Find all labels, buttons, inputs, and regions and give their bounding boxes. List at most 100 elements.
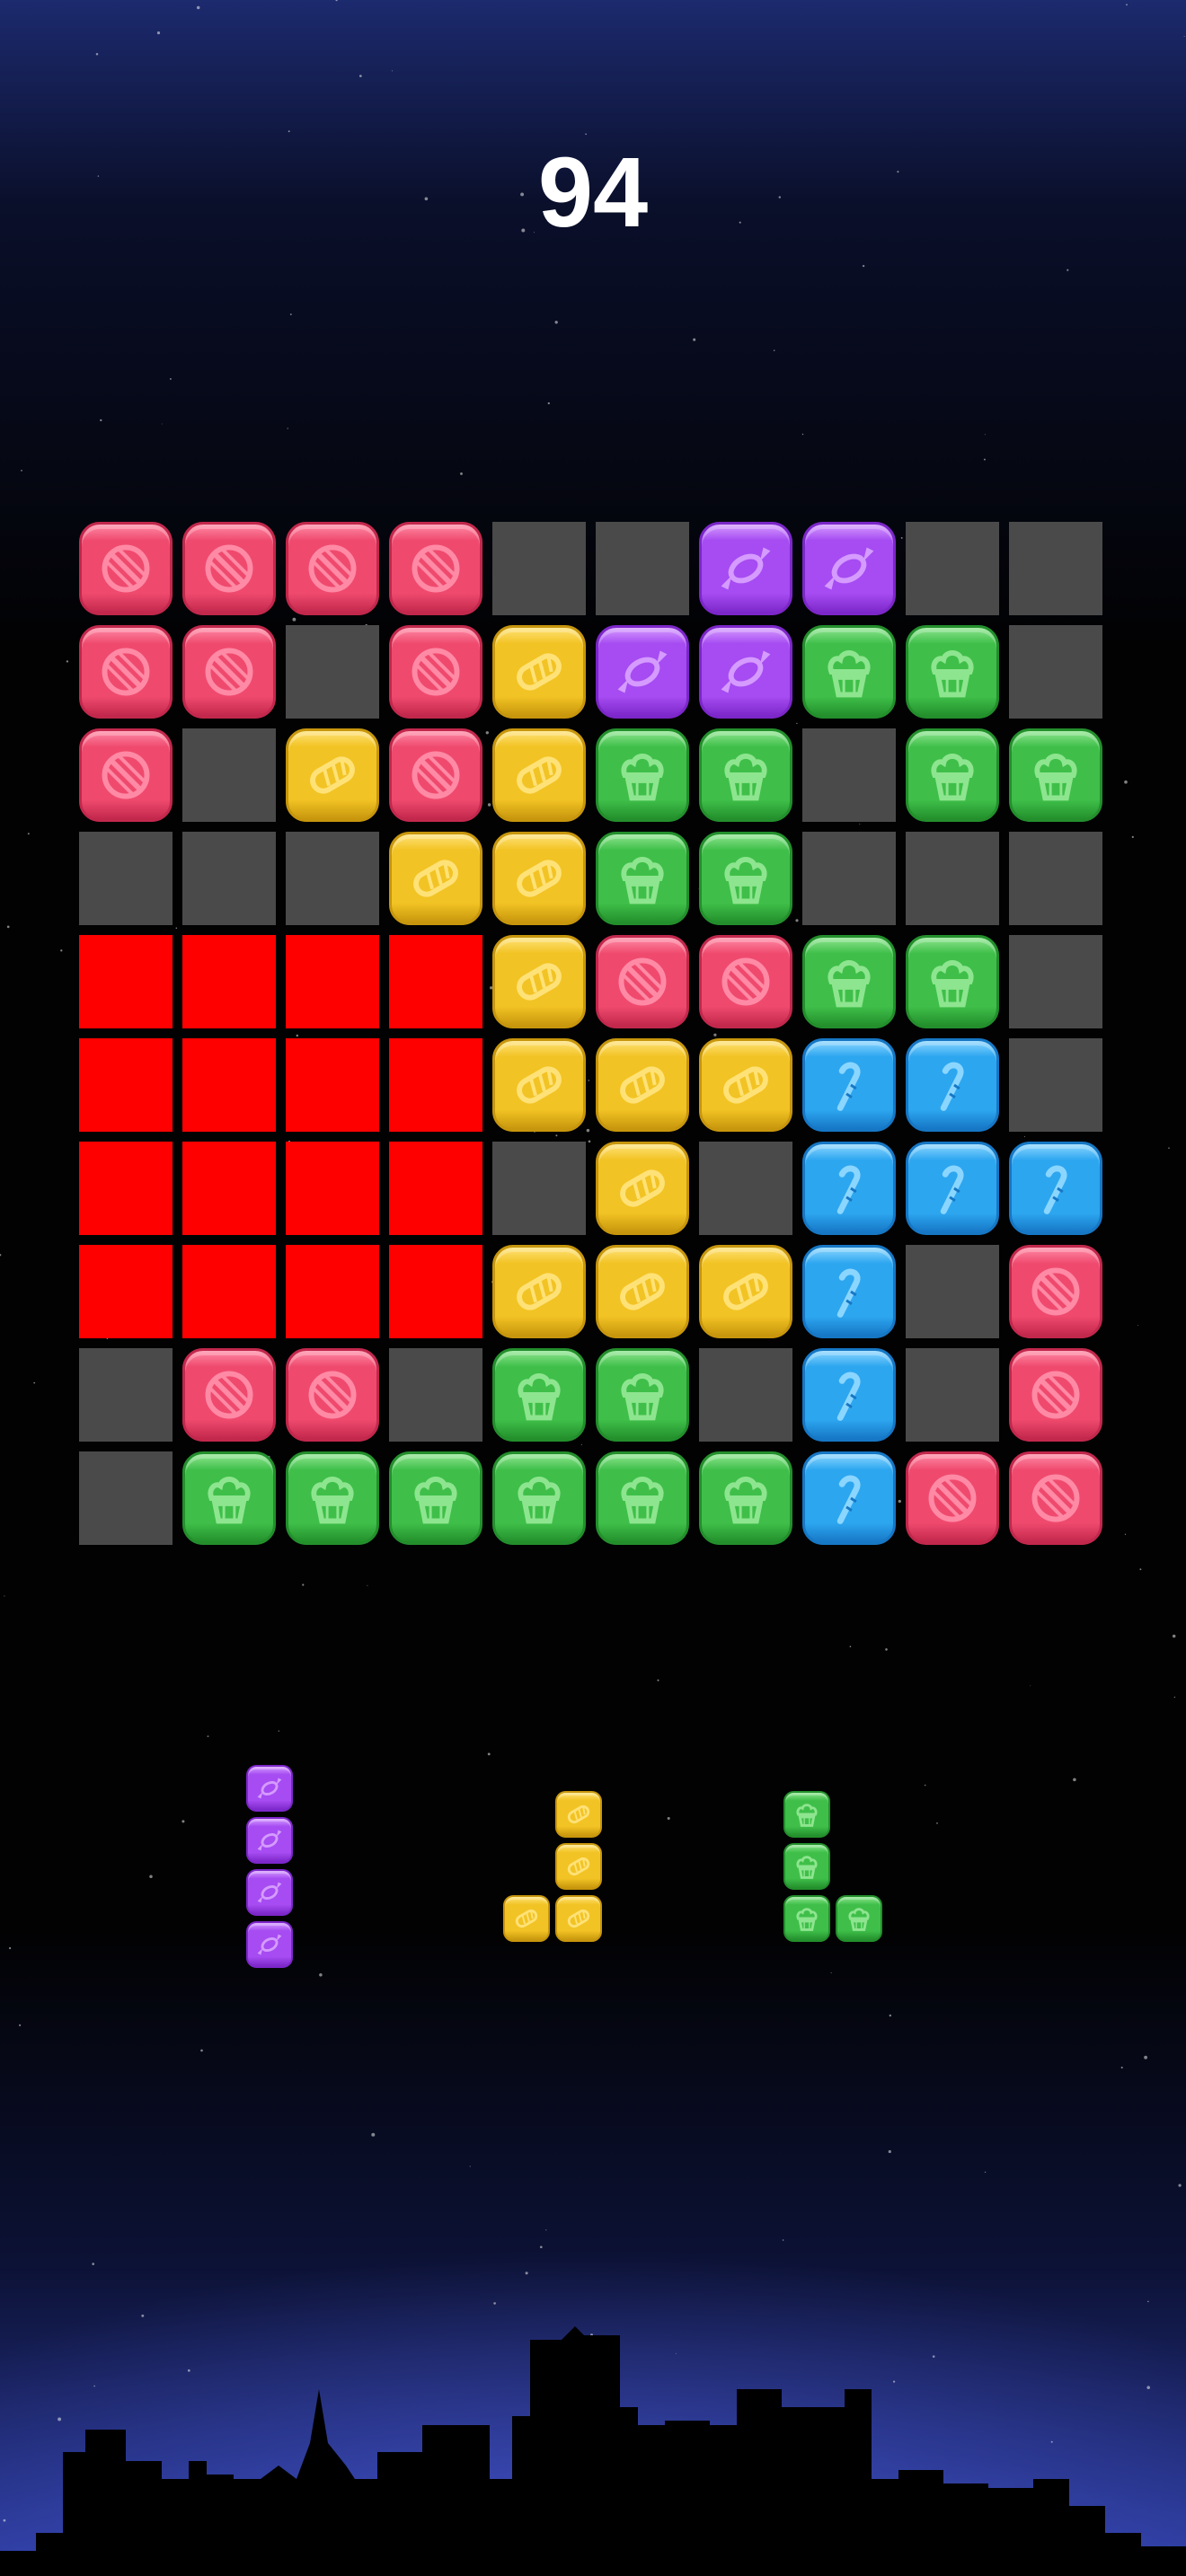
board-cell-empty[interactable] (596, 522, 689, 615)
board-cell-green[interactable] (906, 728, 999, 822)
board-cell-green[interactable] (906, 935, 999, 1028)
board-cell-empty[interactable] (1009, 1038, 1102, 1132)
board-cell-placement-highlight[interactable] (286, 1038, 379, 1132)
board-cell-placement-highlight[interactable] (389, 1038, 482, 1132)
board-cell-empty[interactable] (492, 522, 586, 615)
board-cell-purple[interactable] (699, 625, 792, 719)
board-cell-placement-highlight[interactable] (389, 1245, 482, 1338)
board-cell-pink[interactable] (79, 625, 173, 719)
board-cell-empty[interactable] (699, 1348, 792, 1442)
board-cell-purple[interactable] (802, 522, 896, 615)
board-cell-yellow[interactable] (492, 1038, 586, 1132)
board-cell-placement-highlight[interactable] (79, 935, 173, 1028)
board-cell-pink[interactable] (389, 522, 482, 615)
board-cell-purple[interactable] (596, 625, 689, 719)
board-cell-placement-highlight[interactable] (79, 1245, 173, 1338)
board-cell-placement-highlight[interactable] (286, 935, 379, 1028)
board-cell-yellow[interactable] (492, 1245, 586, 1338)
board-cell-green[interactable] (906, 625, 999, 719)
board-cell-blue[interactable] (906, 1142, 999, 1235)
board-cell-green[interactable] (596, 728, 689, 822)
board-cell-yellow[interactable] (596, 1142, 689, 1235)
board-cell-pink[interactable] (596, 935, 689, 1028)
board-cell-blue[interactable] (906, 1038, 999, 1132)
board-cell-placement-highlight[interactable] (286, 1142, 379, 1235)
board-cell-green[interactable] (286, 1451, 379, 1545)
board-cell-blue[interactable] (802, 1451, 896, 1545)
board-cell-empty[interactable] (389, 1348, 482, 1442)
board-cell-placement-highlight[interactable] (286, 1245, 379, 1338)
board-cell-pink[interactable] (182, 625, 276, 719)
board-cell-yellow[interactable] (596, 1245, 689, 1338)
board-cell-blue[interactable] (802, 1142, 896, 1235)
board-cell-green[interactable] (492, 1348, 586, 1442)
board-cell-purple[interactable] (699, 522, 792, 615)
board-cell-pink[interactable] (1009, 1245, 1102, 1338)
board-cell-pink[interactable] (1009, 1451, 1102, 1545)
board-cell-yellow[interactable] (492, 625, 586, 719)
board-cell-blue[interactable] (802, 1348, 896, 1442)
board-cell-empty[interactable] (1009, 935, 1102, 1028)
board-cell-pink[interactable] (1009, 1348, 1102, 1442)
board-cell-empty[interactable] (79, 1451, 173, 1545)
board-cell-green[interactable] (492, 1451, 586, 1545)
board-cell-blue[interactable] (802, 1245, 896, 1338)
board-cell-green[interactable] (596, 832, 689, 925)
board-cell-empty[interactable] (79, 832, 173, 925)
board-cell-yellow[interactable] (596, 1038, 689, 1132)
board-cell-placement-highlight[interactable] (182, 1245, 276, 1338)
board-cell-placement-highlight[interactable] (182, 935, 276, 1028)
board-cell-empty[interactable] (492, 1142, 586, 1235)
board-cell-pink[interactable] (182, 522, 276, 615)
board-cell-yellow[interactable] (699, 1038, 792, 1132)
board-cell-yellow[interactable] (286, 728, 379, 822)
board-cell-green[interactable] (699, 728, 792, 822)
board-cell-yellow[interactable] (699, 1245, 792, 1338)
board-cell-empty[interactable] (1009, 625, 1102, 719)
board-cell-empty[interactable] (286, 625, 379, 719)
board-cell-blue[interactable] (802, 1038, 896, 1132)
board-cell-pink[interactable] (699, 935, 792, 1028)
board-cell-empty[interactable] (802, 728, 896, 822)
board-cell-pink[interactable] (79, 728, 173, 822)
board-cell-pink[interactable] (389, 728, 482, 822)
board-cell-empty[interactable] (1009, 832, 1102, 925)
board-cell-empty[interactable] (906, 1245, 999, 1338)
board-cell-yellow[interactable] (492, 728, 586, 822)
board-cell-placement-highlight[interactable] (182, 1142, 276, 1235)
board-cell-green[interactable] (596, 1451, 689, 1545)
board-cell-green[interactable] (699, 832, 792, 925)
board-cell-yellow[interactable] (389, 832, 482, 925)
board-cell-empty[interactable] (79, 1348, 173, 1442)
board-cell-green[interactable] (802, 935, 896, 1028)
board-cell-pink[interactable] (389, 625, 482, 719)
board-cell-empty[interactable] (906, 832, 999, 925)
game-board[interactable] (79, 522, 1112, 1555)
board-cell-pink[interactable] (906, 1451, 999, 1545)
board-cell-green[interactable] (1009, 728, 1102, 822)
board-cell-empty[interactable] (906, 522, 999, 615)
board-cell-empty[interactable] (286, 832, 379, 925)
board-cell-placement-highlight[interactable] (389, 1142, 482, 1235)
board-cell-empty[interactable] (182, 832, 276, 925)
board-cell-green[interactable] (182, 1451, 276, 1545)
board-cell-green[interactable] (596, 1348, 689, 1442)
board-cell-green[interactable] (802, 625, 896, 719)
board-cell-empty[interactable] (906, 1348, 999, 1442)
board-cell-pink[interactable] (286, 1348, 379, 1442)
board-cell-pink[interactable] (182, 1348, 276, 1442)
board-cell-yellow[interactable] (492, 935, 586, 1028)
board-cell-empty[interactable] (182, 728, 276, 822)
board-cell-placement-highlight[interactable] (79, 1142, 173, 1235)
board-cell-green[interactable] (699, 1451, 792, 1545)
board-cell-empty[interactable] (699, 1142, 792, 1235)
board-cell-empty[interactable] (802, 832, 896, 925)
board-cell-empty[interactable] (1009, 522, 1102, 615)
board-cell-pink[interactable] (79, 522, 173, 615)
board-cell-blue[interactable] (1009, 1142, 1102, 1235)
board-cell-yellow[interactable] (492, 832, 586, 925)
board-cell-placement-highlight[interactable] (182, 1038, 276, 1132)
board-cell-placement-highlight[interactable] (389, 935, 482, 1028)
board-cell-placement-highlight[interactable] (79, 1038, 173, 1132)
board-cell-green[interactable] (389, 1451, 482, 1545)
